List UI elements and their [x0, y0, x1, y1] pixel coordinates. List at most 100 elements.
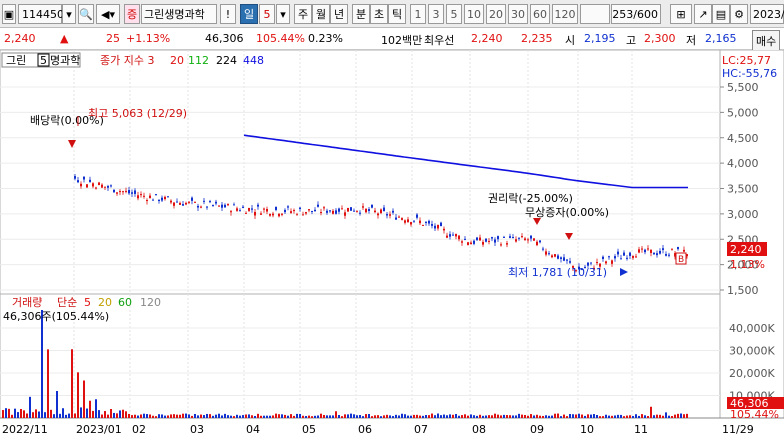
candle-body — [647, 248, 649, 250]
candle-body — [233, 204, 235, 206]
candle-body — [551, 255, 553, 258]
candle-body — [209, 201, 211, 203]
candle-body — [266, 209, 268, 212]
candle-body — [638, 249, 640, 253]
candle-body — [230, 211, 232, 213]
volume-tick-label: 30,000K — [729, 345, 775, 358]
candle-body — [677, 247, 679, 250]
volume-bar — [44, 412, 46, 418]
volume-bar — [74, 413, 76, 418]
volume-bar — [485, 415, 487, 418]
annotation-high: 최고 5,063 (12/29) — [88, 107, 187, 120]
candle-body — [344, 212, 346, 216]
volume-bar — [257, 413, 259, 418]
volume-bar — [647, 416, 649, 418]
num-60[interactable]: 60 — [530, 4, 550, 24]
tab-week[interactable]: 주 — [294, 4, 312, 24]
price-change: 25 — [106, 32, 120, 45]
candle-body — [632, 255, 634, 258]
tab-minute[interactable]: 분 — [352, 4, 370, 24]
candle-body — [101, 184, 103, 188]
period-dropdown-icon[interactable]: ▾ — [276, 4, 290, 24]
volume-bar — [578, 413, 580, 418]
num-3[interactable]: 3 — [428, 4, 444, 24]
volume-bar — [548, 415, 550, 418]
num-5[interactable]: 5 — [446, 4, 462, 24]
candle-body — [392, 210, 394, 213]
candle-body — [533, 238, 535, 241]
volume-bar — [398, 415, 400, 418]
candle-body — [269, 213, 271, 216]
volume-bar — [602, 416, 604, 418]
period-day-button[interactable]: 일 — [240, 4, 258, 24]
num-20[interactable]: 20 — [486, 4, 506, 24]
date-input[interactable]: 2023/ — [750, 4, 784, 24]
y-tick-label: 1,500 — [727, 284, 759, 297]
data-count[interactable]: 253/600 — [611, 4, 661, 24]
x-tick-label: 2023/01 — [76, 423, 122, 436]
tab-month[interactable]: 월 — [312, 4, 330, 24]
volume-bar — [17, 412, 19, 418]
candle-body — [80, 183, 82, 187]
tab-second[interactable]: 초 — [370, 4, 388, 24]
volume-bar — [86, 408, 88, 418]
settings-icon[interactable]: ⚙ — [730, 4, 748, 24]
candle-body — [458, 235, 460, 240]
indicator-icon[interactable]: ↗ — [694, 4, 712, 24]
candle-body — [371, 204, 373, 208]
tab-year[interactable]: 년 — [330, 4, 348, 24]
tab-tick[interactable]: 틱 — [388, 4, 406, 24]
num-10[interactable]: 10 — [464, 4, 484, 24]
volume-bar — [518, 413, 520, 418]
candle-body — [158, 199, 160, 202]
volume-bar — [572, 414, 574, 418]
volume-bar — [293, 415, 295, 418]
volume-bar — [332, 415, 334, 418]
volume-value: 46,306주(105.44%) — [3, 310, 109, 323]
volume-bar — [593, 414, 595, 418]
volume-bar — [632, 416, 634, 418]
menu-icon[interactable]: ▣ — [2, 4, 16, 24]
candle-body — [590, 262, 592, 264]
period-num[interactable]: 5 — [259, 4, 275, 24]
candle-body — [314, 209, 316, 212]
save-icon[interactable]: ▤ — [712, 4, 730, 24]
speaker-icon[interactable]: ◀▾ — [96, 4, 120, 24]
candle-body — [332, 210, 334, 214]
volume-bar — [248, 414, 250, 418]
candle-body — [380, 209, 382, 214]
num-120[interactable]: 120 — [552, 4, 578, 24]
volume-bar — [590, 414, 592, 418]
candle-body — [260, 213, 262, 215]
stock-code-input[interactable]: 114450 — [18, 4, 64, 24]
count-total: /600 — [633, 7, 658, 21]
volume-bar — [395, 414, 397, 418]
stock-chart[interactable]: 5,5005,0004,5004,0003,5003,0002,5002,000… — [0, 50, 784, 441]
candle-body — [143, 195, 145, 197]
num-1[interactable]: 1 — [410, 4, 426, 24]
volume-bar — [449, 414, 451, 418]
candle-body — [92, 183, 94, 187]
volume-bar — [14, 408, 16, 418]
candle-body — [497, 236, 499, 240]
volume-bar — [389, 415, 391, 418]
alert-button[interactable]: ! — [220, 4, 236, 24]
candle-body — [167, 196, 169, 198]
buy-button[interactable]: 매수 — [752, 30, 781, 52]
custom-period-input[interactable] — [580, 4, 610, 24]
dropdown-icon[interactable]: ▾ — [62, 4, 76, 24]
chart-type-icon[interactable]: ⊞ — [670, 4, 692, 24]
search-icon[interactable]: 🔍 — [78, 4, 94, 24]
candle-body — [236, 208, 238, 211]
best-quote-label: 최우선 — [424, 34, 455, 47]
volume-bar — [416, 414, 418, 418]
candle-body — [284, 209, 286, 213]
candle-body — [134, 190, 136, 194]
num-30[interactable]: 30 — [508, 4, 528, 24]
volume-bar — [155, 416, 157, 418]
candle-body — [311, 210, 313, 212]
candle-body — [494, 239, 496, 243]
volume-bar — [194, 413, 196, 418]
x-axis-labels: 2022/11 2023/01 02 03 04 05 06 07 08 09 10 11 11/29 — [2, 423, 754, 436]
candle-body — [659, 250, 661, 254]
